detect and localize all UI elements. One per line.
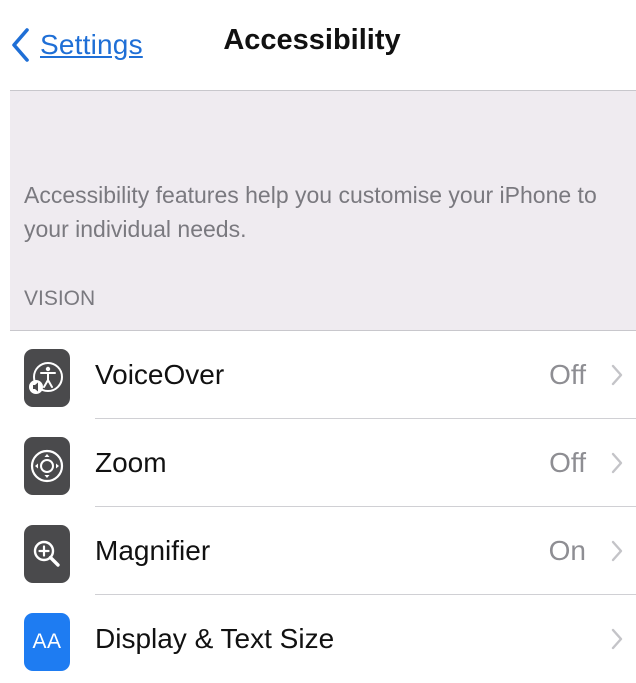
section-header-vision: VISION: [24, 287, 96, 310]
display-text-size-icon: AA: [24, 613, 70, 671]
chevron-right-icon: [611, 452, 623, 474]
row-value: Off: [549, 359, 586, 390]
row-label: Display & Text Size: [95, 623, 335, 654]
magnifier-icon: [24, 525, 70, 583]
page-title: Accessibility: [223, 24, 401, 56]
row-display-text-size[interactable]: AA Display & Text Size: [10, 595, 636, 683]
row-voiceover[interactable]: VoiceOver Off: [10, 331, 636, 419]
row-label: VoiceOver: [95, 359, 225, 390]
navigation-bar: Settings Accessibility: [10, 0, 636, 91]
row-label: Zoom: [95, 447, 167, 478]
chevron-right-icon: [611, 540, 623, 562]
settings-list: VoiceOver Off Zoom Off Magnifier On AA D…: [10, 331, 636, 683]
row-value: Off: [549, 447, 586, 478]
row-label: Magnifier: [95, 535, 211, 566]
voiceover-icon: [24, 349, 70, 407]
zoom-icon: [24, 437, 70, 495]
row-magnifier[interactable]: Magnifier On: [10, 507, 636, 595]
section-header-area: Accessibility features help you customis…: [10, 91, 636, 331]
chevron-right-icon: [611, 628, 623, 650]
chevron-right-icon: [611, 364, 623, 386]
description-text: Accessibility features help you customis…: [24, 182, 597, 242]
row-value: On: [548, 535, 586, 566]
row-zoom[interactable]: Zoom Off: [10, 419, 636, 507]
display-text-size-icon-glyph: AA: [32, 630, 62, 653]
